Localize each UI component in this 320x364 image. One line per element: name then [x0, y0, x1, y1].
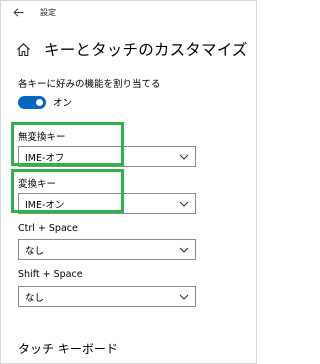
back-arrow-icon [13, 7, 23, 17]
shift-space-dropdown[interactable]: なし [18, 286, 196, 307]
back-button[interactable] [9, 4, 27, 20]
assign-keys-toggle[interactable] [18, 95, 46, 109]
toggle-state-label: オン [53, 98, 73, 109]
henkan-highlight-box [11, 169, 124, 213]
assign-keys-label: 各キーに好みの機能を割り当てる [18, 79, 161, 90]
chevron-down-icon [179, 153, 189, 161]
ctrl-space-label: Ctrl + Space [18, 223, 78, 234]
assign-keys-toggle-row: オン [18, 95, 72, 109]
chevron-down-icon [179, 246, 189, 254]
chevron-down-icon [179, 293, 189, 301]
muhenkan-highlight-box [11, 122, 124, 166]
settings-window: 設定 キーとタッチのカスタマイズ 各キーに好みの機能を割り当てる オン 無変換キ… [0, 0, 257, 364]
chevron-down-icon [179, 200, 189, 208]
toggle-knob [36, 98, 43, 106]
title-bar: 設定 [1, 1, 256, 25]
dropdown-value: なし [25, 292, 45, 304]
app-title: 設定 [40, 8, 56, 17]
page-header: キーとタッチのカスタマイズ [16, 37, 248, 61]
shift-space-label: Shift + Space [18, 269, 83, 280]
page-title: キーとタッチのカスタマイズ [44, 41, 248, 59]
touch-keyboard-section-title: タッチ キーボード [18, 342, 118, 356]
home-icon[interactable] [16, 42, 31, 57]
dropdown-value: なし [25, 245, 45, 257]
ctrl-space-dropdown[interactable]: なし [18, 239, 196, 260]
